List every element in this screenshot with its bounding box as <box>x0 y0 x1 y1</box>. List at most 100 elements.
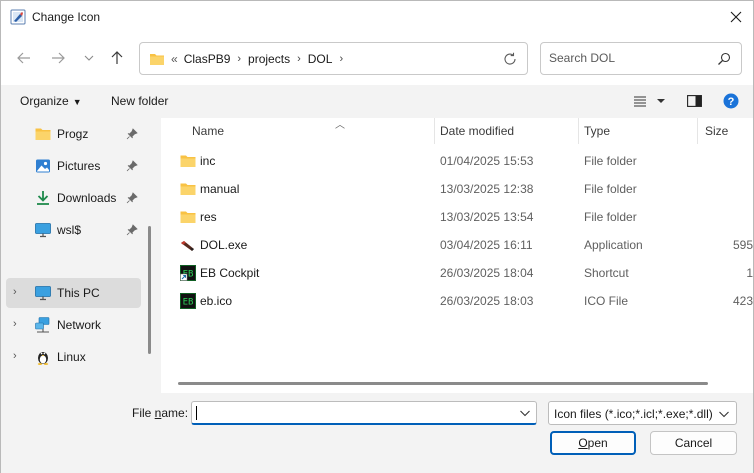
recent-locations-button[interactable] <box>78 47 100 69</box>
nav-item-this-pc[interactable]: › This PC <box>6 278 141 308</box>
nav-label-pictures: Pictures <box>57 159 101 173</box>
file-date: 26/03/2025 18:04 <box>440 266 534 280</box>
file-row[interactable]: manual 13/03/2025 12:38 File folder <box>161 175 753 203</box>
file-date: 13/03/2025 12:38 <box>440 182 534 196</box>
refresh-button[interactable] <box>501 50 519 68</box>
chevron-right-icon[interactable]: › <box>237 53 241 65</box>
file-size: 423 <box>732 294 753 308</box>
view-options-button[interactable] <box>634 95 668 110</box>
breadcrumb-projects[interactable]: projects <box>248 52 290 66</box>
file-type: ICO File <box>584 294 629 308</box>
window-title: Change Icon <box>32 10 101 24</box>
file-size: 1 <box>746 266 753 280</box>
network-icon <box>35 317 50 333</box>
column-name-label: Name <box>192 124 225 138</box>
file-type: File folder <box>584 210 637 224</box>
overflow-breadcrumb[interactable]: « <box>171 52 178 66</box>
file-type: Application <box>584 238 643 252</box>
file-date: 03/04/2025 16:11 <box>440 238 533 252</box>
open-mnemonic: O <box>578 436 588 450</box>
nav-item-network[interactable]: › Network <box>1 310 141 340</box>
nav-label-progz: Progz <box>57 127 89 141</box>
chevron-right-icon[interactable]: › <box>339 53 343 65</box>
ico-icon: EB <box>180 293 196 309</box>
file-name: inc <box>200 154 216 168</box>
svg-text:?: ? <box>728 96 735 108</box>
organize-button[interactable]: Organize ▼ <box>20 94 82 108</box>
open-button[interactable]: Open <box>550 431 636 455</box>
nav-label-wsl: wsl$ <box>57 223 82 237</box>
forward-button[interactable] <box>47 47 69 69</box>
chevron-right-icon[interactable]: › <box>13 318 17 330</box>
breadcrumb-claspb9[interactable]: ClasPB9 <box>184 52 231 66</box>
pin-icon[interactable] <box>126 160 138 172</box>
file-date: 01/04/2025 15:53 <box>440 154 534 168</box>
search-input[interactable] <box>549 51 709 65</box>
chevron-down-icon[interactable] <box>518 406 532 420</box>
file-name-combobox[interactable] <box>191 401 537 425</box>
file-row[interactable]: DOL.exe 03/04/2025 16:11 Application 595 <box>161 231 753 259</box>
search-box[interactable] <box>540 42 742 75</box>
file-type-filter-value: Icon files (*.ico;*.icl;*.exe;*.dll) <box>554 407 713 421</box>
file-row[interactable]: inc 01/04/2025 15:53 File folder <box>161 147 753 175</box>
file-name: eb.ico <box>200 294 233 308</box>
text-caret <box>196 406 197 420</box>
up-button[interactable] <box>106 47 128 69</box>
address-bar[interactable]: « ClasPB9 › projects › DOL › <box>139 42 528 75</box>
file-date: 26/03/2025 18:03 <box>440 294 534 308</box>
file-row[interactable]: res 13/03/2025 13:54 File folder <box>161 203 753 231</box>
close-icon <box>730 11 742 23</box>
preview-pane-button[interactable] <box>687 95 702 110</box>
nav-label-network: Network <box>57 318 102 332</box>
monitor-icon <box>35 286 51 301</box>
column-header-type[interactable]: Type <box>584 118 694 144</box>
file-type: Shortcut <box>584 266 629 280</box>
column-divider[interactable] <box>578 118 579 144</box>
nav-item-downloads[interactable]: Downloads <box>1 183 141 213</box>
help-icon: ? <box>723 93 739 109</box>
nav-label-linux: Linux <box>57 350 86 364</box>
column-header-name[interactable]: Name ︿ <box>192 118 434 144</box>
chevron-down-icon <box>719 411 729 418</box>
pin-icon[interactable] <box>126 128 138 140</box>
file-name-input[interactable] <box>196 406 516 420</box>
column-divider[interactable] <box>697 118 698 144</box>
column-header-date[interactable]: Date modified <box>440 118 578 144</box>
pin-icon[interactable] <box>126 192 138 204</box>
chevron-right-icon[interactable]: › <box>297 53 301 65</box>
command-bar: Organize ▼ New folder ? <box>1 85 753 118</box>
breadcrumb-dol[interactable]: DOL <box>308 52 333 66</box>
nav-item-linux[interactable]: › Linux <box>1 342 141 372</box>
chevron-right-icon[interactable]: › <box>13 350 17 362</box>
pin-icon[interactable] <box>126 224 138 236</box>
file-name: res <box>200 210 217 224</box>
nav-scrollbar[interactable] <box>148 226 151 354</box>
column-header-size[interactable]: Size <box>705 118 753 144</box>
nav-label-this-pc: This PC <box>57 286 100 300</box>
navigation-bar: « ClasPB9 › projects › DOL › <box>1 33 753 85</box>
chevron-right-icon[interactable]: › <box>13 286 17 298</box>
sort-up-icon: ︿ <box>335 120 345 131</box>
navigation-pane: Progz Pictures Downloads wsl$ › This PC … <box>1 118 155 393</box>
download-icon <box>37 191 49 205</box>
file-type: File folder <box>584 182 637 196</box>
new-folder-button[interactable]: New folder <box>111 94 168 108</box>
search-icon[interactable] <box>717 52 731 66</box>
close-button[interactable] <box>725 7 747 27</box>
nav-label-downloads: Downloads <box>57 191 117 205</box>
file-row[interactable]: EB eb.ico 26/03/2025 18:03 ICO File 423 <box>161 287 753 315</box>
nav-item-pictures[interactable]: Pictures <box>1 151 141 181</box>
file-row[interactable]: EB EB Cockpit 26/03/2025 18:04 Shortcut … <box>161 259 753 287</box>
open-label-rest: pen <box>587 436 608 450</box>
help-button[interactable]: ? <box>723 93 739 112</box>
exe-icon <box>181 241 194 251</box>
column-divider[interactable] <box>434 118 435 144</box>
folder-icon <box>180 183 196 195</box>
nav-item-wsl[interactable]: wsl$ <box>1 215 141 245</box>
nav-item-progz[interactable]: Progz <box>1 119 141 149</box>
horizontal-scrollbar[interactable] <box>178 382 708 385</box>
penguin-icon <box>37 352 49 365</box>
cancel-button[interactable]: Cancel <box>650 431 737 455</box>
back-button[interactable] <box>13 47 35 69</box>
file-type-filter[interactable]: Icon files (*.ico;*.icl;*.exe;*.dll) <box>548 401 737 425</box>
